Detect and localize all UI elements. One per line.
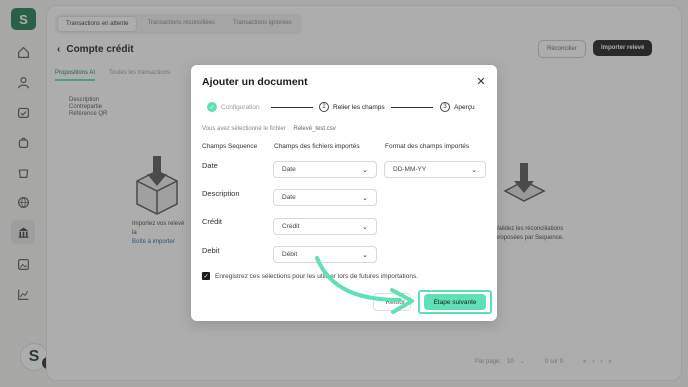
file-label: Vous avez sélectionné le fichier bbox=[202, 126, 286, 132]
check-icon: ✓ bbox=[207, 102, 217, 112]
row-label-description: Description bbox=[202, 189, 240, 198]
date-field-select[interactable]: Date ⌄ bbox=[273, 161, 377, 178]
step-link-fields: 2 Relier les champs bbox=[319, 102, 385, 112]
chevron-down-icon: ⌄ bbox=[362, 251, 368, 259]
back-button[interactable]: Retour bbox=[373, 293, 411, 311]
chevron-down-icon: ⌄ bbox=[362, 223, 368, 231]
row-label-date: Date bbox=[202, 161, 218, 170]
select-value: Crédit bbox=[282, 223, 300, 230]
select-value: Date bbox=[282, 166, 296, 173]
step-preview: 3 Aperçu bbox=[440, 102, 475, 112]
select-value: Date bbox=[282, 194, 296, 201]
file-name: Relevé_test.csv bbox=[293, 126, 336, 132]
step-configuration: ✓ Configuration bbox=[207, 102, 260, 112]
description-field-select[interactable]: Date ⌄ bbox=[273, 189, 377, 206]
chevron-down-icon: ⌄ bbox=[362, 194, 368, 202]
next-step-button[interactable]: Etape suivante bbox=[424, 294, 486, 310]
header-imported-fields: Champs des fichiers importés bbox=[274, 143, 360, 150]
step-number: 3 bbox=[440, 102, 450, 112]
save-selection-label: Enregistrez ces sélections pour les util… bbox=[215, 272, 419, 280]
header-field-format: Format des champs importés bbox=[385, 143, 470, 150]
step-label: Aperçu bbox=[454, 103, 475, 111]
step-connector bbox=[391, 107, 433, 108]
step-label: Relier les champs bbox=[333, 103, 385, 111]
select-value: Débit bbox=[282, 251, 298, 258]
step-number: 2 bbox=[319, 102, 329, 112]
modal-title: Ajouter un document bbox=[202, 76, 308, 88]
save-selection-checkbox[interactable]: ✓ bbox=[202, 272, 210, 280]
step-connector bbox=[271, 107, 313, 108]
select-value: DD-MM-YY bbox=[393, 166, 427, 173]
debit-field-select[interactable]: Débit ⌄ bbox=[273, 246, 377, 263]
row-label-debit: Debit bbox=[202, 246, 220, 255]
add-document-modal: Ajouter un document ✕ ✓ Configuration 2 … bbox=[191, 65, 497, 321]
chevron-down-icon: ⌄ bbox=[362, 166, 368, 174]
chevron-down-icon: ⌄ bbox=[471, 166, 477, 174]
save-selection-row: ✓ Enregistrez ces sélections pour les ut… bbox=[202, 272, 418, 280]
close-icon[interactable]: ✕ bbox=[475, 75, 487, 88]
step-label: Configuration bbox=[221, 103, 260, 111]
header-sequence-fields: Champs Sequence bbox=[202, 143, 258, 150]
credit-field-select[interactable]: Crédit ⌄ bbox=[273, 218, 377, 235]
row-label-credit: Crédit bbox=[202, 217, 223, 226]
selected-file: Vous avez sélectionné le fichier Relevé_… bbox=[202, 126, 336, 132]
date-format-select[interactable]: DD-MM-YY ⌄ bbox=[384, 161, 486, 178]
stepper: ✓ Configuration 2 Relier les champs 3 Ap… bbox=[207, 102, 492, 114]
